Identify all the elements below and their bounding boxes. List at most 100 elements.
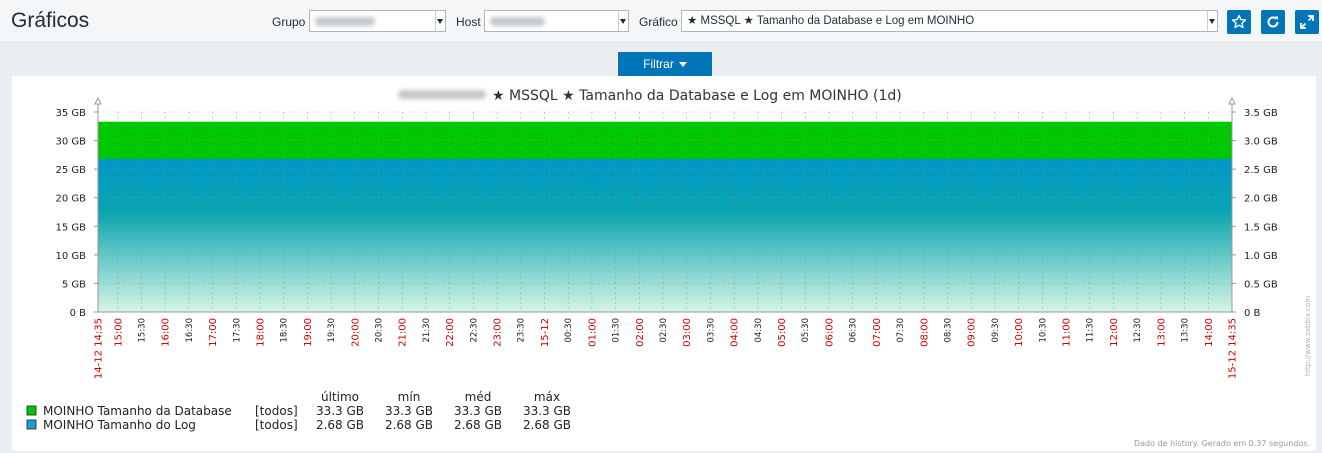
x-axis-tick-label: 00:30 [564, 318, 574, 343]
x-axis-tick-label: 01:00 [587, 318, 598, 347]
right-axis-tick-label: 3.0 GB [1244, 137, 1278, 148]
x-axis-tick-label: 02:30 [659, 318, 669, 343]
fullscreen-button[interactable] [1295, 10, 1319, 34]
right-axis-tick-label: 0 B [1244, 308, 1261, 319]
legend-column-header: mín [398, 390, 421, 404]
redacted-group-value [315, 17, 375, 26]
legend-scope: [todos] [255, 418, 298, 432]
legend-swatch [26, 419, 37, 430]
x-axis-tick-label: 10:00 [1014, 318, 1025, 347]
legend-value: 2.68 GB [523, 418, 571, 432]
x-axis-tick-label: 18:30 [280, 318, 290, 343]
legend-value: 33.3 GB [385, 404, 433, 418]
x-axis-end-label: 15-12 14:35 [1228, 318, 1239, 379]
right-axis-tick-label: 1.0 GB [1244, 251, 1278, 262]
right-axis-tick-label: 2.0 GB [1244, 194, 1278, 205]
refresh-button[interactable] [1261, 10, 1285, 34]
x-axis-tick-label: 04:30 [754, 318, 764, 343]
x-axis-tick-label: 11:30 [1086, 318, 1096, 343]
legend-scope: [todos] [255, 404, 298, 418]
title-background [22, 94, 252, 98]
x-axis-tick-label: 17:30 [232, 318, 242, 343]
x-axis-tick-label: 12:30 [1133, 318, 1143, 343]
filter-tab-label: Filtrar [643, 57, 674, 71]
legend-value: 2.68 GB [454, 418, 502, 432]
host-select[interactable] [484, 10, 629, 32]
favorite-button[interactable] [1227, 10, 1251, 34]
legend-column-header: máx [534, 390, 560, 404]
time-axis: 14-12 14:35 15-12 14:35 15:00 15:30 16:00 16:… [94, 318, 1239, 379]
expand-icon [1300, 15, 1314, 29]
dropdown-arrow-icon [618, 11, 628, 31]
left-axis: 0 B 5 GB 10 GB 15 GB 20 GB 25 GB 30 GB 35 GB [55, 108, 98, 319]
x-axis-tick-label: 10:30 [1038, 318, 1048, 343]
group-select[interactable] [309, 10, 446, 32]
x-axis-tick-label: 05:30 [801, 318, 811, 343]
series-area-log [98, 158, 1232, 312]
left-axis-tick-label: 30 GB [55, 137, 86, 148]
x-axis-tick-label: 13:00 [1156, 318, 1167, 347]
x-axis-tick-label: 23:00 [493, 318, 504, 347]
redacted-host-value [490, 17, 545, 26]
x-axis-tick-label: 08:00 [919, 318, 930, 347]
x-axis-tick-label: 03:30 [706, 318, 716, 343]
x-axis-tick-label: 09:30 [991, 318, 1001, 343]
legend-series-name: MOINHO Tamanho da Database [43, 404, 232, 418]
x-axis-tick-label: 21:00 [398, 318, 409, 347]
legend-series-name: MOINHO Tamanho do Log [43, 418, 196, 432]
header-bar: Gráficos Grupo Host Gráfico ★ MSSQL ★ Ta… [0, 0, 1322, 43]
graph-image: ★ MSSQL ★ Tamanho da Database e Log em M… [22, 88, 1312, 448]
graph-footer: Dado de history. Gerado em 0.37 segundos… [1134, 439, 1310, 448]
x-axis-tick-label: 18:00 [256, 318, 267, 347]
graph-select[interactable]: ★ MSSQL ★ Tamanho da Database e Log em M… [681, 10, 1218, 32]
graph-label: Gráfico [639, 15, 678, 29]
x-axis-tick-label: 15:30 [137, 318, 147, 343]
caret-down-icon [678, 62, 687, 68]
legend: último mín méd máx MOINHO Tamanho da Databas… [26, 390, 571, 432]
x-axis-tick-label: 22:30 [469, 318, 479, 343]
right-axis-tick-label: 1.5 GB [1244, 222, 1278, 233]
x-axis-tick-label: 06:00 [824, 318, 835, 347]
left-axis-tick-label: 5 GB [62, 279, 86, 290]
legend-column-header: méd [465, 390, 492, 404]
x-axis-tick-label: 06:30 [849, 318, 859, 343]
left-axis-tick-label: 15 GB [55, 222, 86, 233]
graph-select-value: ★ MSSQL ★ Tamanho da Database e Log em M… [687, 15, 975, 27]
x-axis-tick-label: 17:00 [208, 318, 219, 347]
legend-value: 2.68 GB [316, 418, 364, 432]
right-axis-tick-label: 0.5 GB [1244, 279, 1278, 290]
legend-value: 33.3 GB [523, 404, 571, 418]
filter-tab[interactable]: Filtrar [618, 52, 712, 76]
x-axis-tick-label: 04:00 [730, 318, 741, 347]
left-axis-tick-label: 20 GB [55, 194, 86, 205]
host-label: Host [456, 15, 481, 29]
graph-title: ★ MSSQL ★ Tamanho da Database e Log em M… [492, 88, 902, 104]
page-title: Gráficos [11, 9, 90, 32]
left-axis-arrow-icon [94, 96, 102, 105]
x-axis-tick-label: 15:00 [113, 318, 124, 347]
x-axis-start-label: 14-12 14:35 [94, 318, 105, 379]
x-axis-tick-label: 22:00 [445, 318, 456, 347]
x-axis-tick-label: 09:00 [967, 318, 978, 347]
x-axis-tick-label: 01:30 [612, 318, 622, 343]
plot-area [94, 96, 1236, 313]
x-axis-tick-label: 15-12 [540, 318, 551, 347]
x-axis-tick-label: 11:00 [1062, 318, 1073, 347]
legend-value: 33.3 GB [454, 404, 502, 418]
x-axis-tick-label: 07:30 [896, 318, 906, 343]
redacted-host-name [398, 90, 486, 99]
x-axis-tick-label: 16:30 [185, 318, 195, 343]
x-axis-tick-label: 21:30 [422, 318, 432, 343]
legend-value: 33.3 GB [316, 404, 364, 418]
x-axis-tick-label: 20:00 [350, 318, 361, 347]
refresh-icon [1267, 16, 1279, 28]
left-axis-tick-label: 10 GB [55, 251, 86, 262]
star-icon [1231, 14, 1247, 29]
right-axis-tick-label: 2.5 GB [1244, 165, 1278, 176]
right-axis: 0 B 0.5 GB 1.0 GB 1.5 GB 2.0 GB 2.5 GB 3.0 GB 3… [1232, 108, 1278, 319]
x-axis-tick-label: 19:00 [303, 318, 314, 347]
x-axis-tick-label: 02:00 [635, 318, 646, 347]
x-axis-tick-label: 23:30 [517, 318, 527, 343]
left-axis-tick-label: 25 GB [55, 165, 86, 176]
x-axis-tick-label: 19:30 [327, 318, 337, 343]
